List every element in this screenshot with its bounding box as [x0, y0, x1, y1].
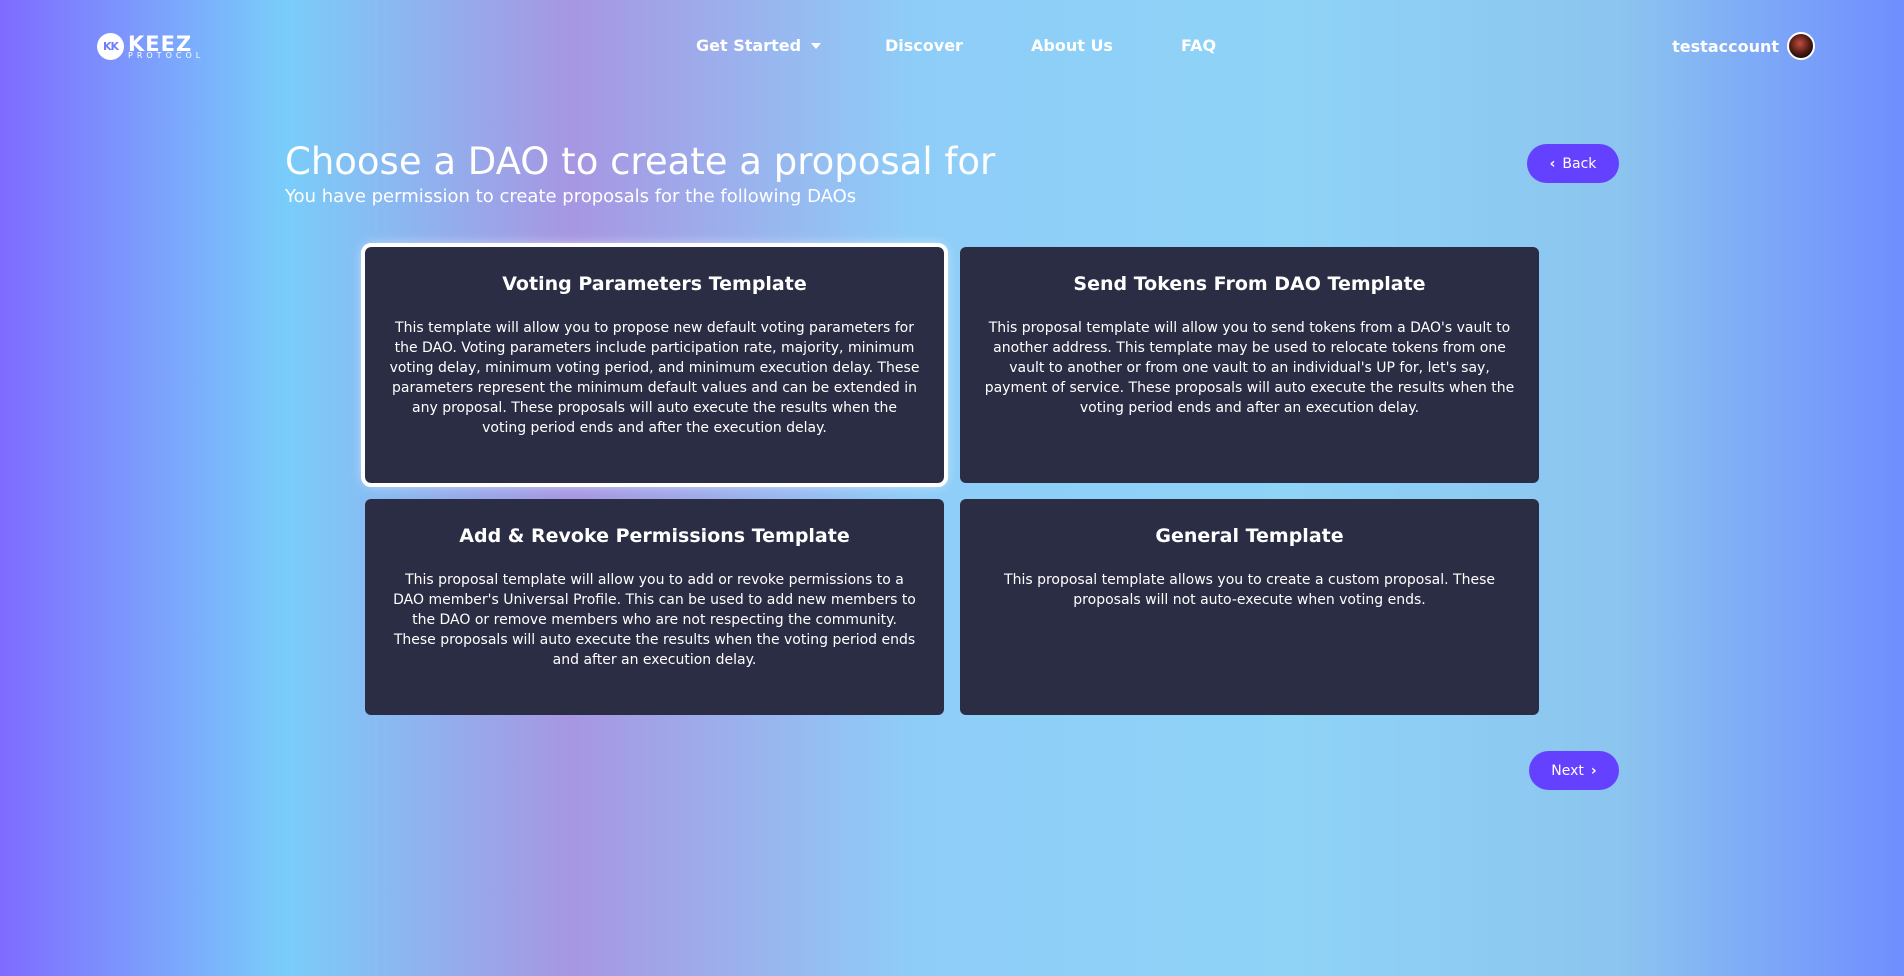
- account-username: testaccount: [1672, 36, 1779, 56]
- nav-about-us-label: About Us: [1031, 36, 1113, 55]
- nav-discover-label: Discover: [885, 36, 963, 55]
- nav-faq-label: FAQ: [1181, 36, 1217, 55]
- nav-discover[interactable]: Discover: [885, 36, 963, 55]
- nav-get-started[interactable]: Get Started: [696, 36, 822, 55]
- chevron-down-icon: [811, 42, 822, 49]
- next-button-label: Next: [1551, 762, 1584, 779]
- template-card-title: Voting Parameters Template: [502, 273, 807, 295]
- avatar[interactable]: [1787, 32, 1815, 60]
- template-card-add-revoke-permissions[interactable]: Add & Revoke Permissions Template This p…: [365, 499, 944, 715]
- account-menu[interactable]: testaccount: [1672, 32, 1815, 60]
- nav-faq[interactable]: FAQ: [1181, 36, 1216, 55]
- template-card-description: This proposal template will allow you to…: [393, 572, 916, 668]
- nav-about-us[interactable]: About Us: [1031, 36, 1113, 55]
- nav-get-started-label: Get Started: [696, 36, 802, 55]
- main-nav: Get Started Discover About Us FAQ: [0, 36, 1904, 60]
- template-card-title: Send Tokens From DAO Template: [1073, 273, 1426, 295]
- template-card-send-tokens[interactable]: Send Tokens From DAO Template This propo…: [960, 247, 1539, 483]
- back-button-label: Back: [1562, 155, 1597, 172]
- next-button[interactable]: Next ›: [1529, 751, 1619, 790]
- template-card-general[interactable]: General Template This proposal template …: [960, 499, 1539, 715]
- template-card-description: This template will allow you to propose …: [389, 320, 920, 436]
- template-card-voting-parameters[interactable]: Voting Parameters Template This template…: [361, 243, 948, 487]
- page-subtitle: You have permission to create proposals …: [285, 186, 857, 207]
- chevron-left-icon: ‹: [1549, 155, 1556, 172]
- template-card-title: Add & Revoke Permissions Template: [459, 525, 850, 547]
- page-title: Choose a DAO to create a proposal for: [285, 140, 996, 183]
- chevron-right-icon: ›: [1590, 762, 1597, 779]
- template-card-description: This proposal template will allow you to…: [984, 320, 1515, 416]
- template-card-title: General Template: [1155, 525, 1344, 547]
- back-button[interactable]: ‹ Back: [1527, 144, 1619, 183]
- template-card-description: This proposal template allows you to cre…: [1004, 572, 1495, 608]
